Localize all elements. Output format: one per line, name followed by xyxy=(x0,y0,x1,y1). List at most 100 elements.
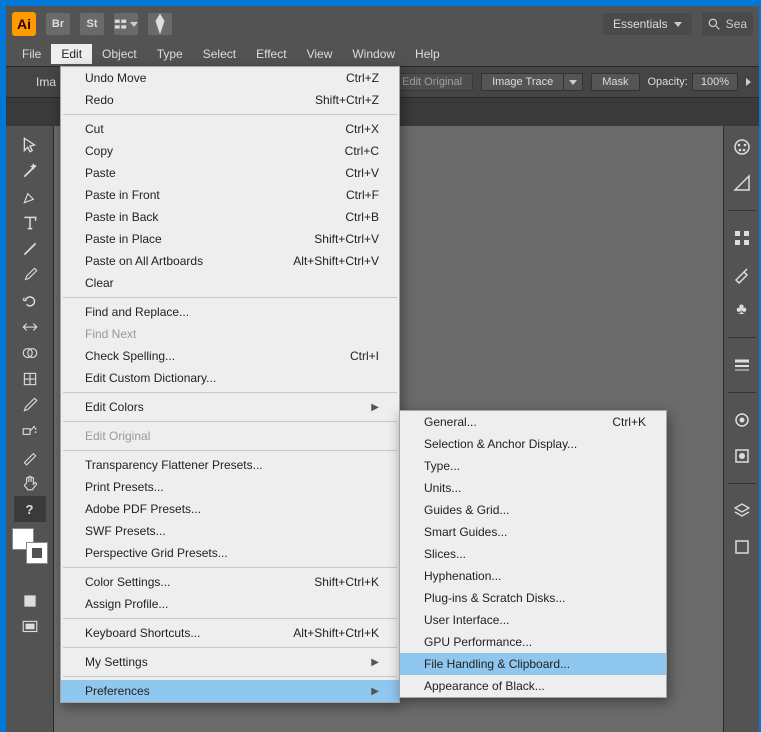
panel-stroke-icon[interactable] xyxy=(731,354,753,376)
menu-item-label: Perspective Grid Presets... xyxy=(85,546,228,560)
tool-mesh[interactable] xyxy=(14,366,46,392)
edit-menu-item[interactable]: Find and Replace... xyxy=(61,301,399,323)
mask-button[interactable]: Mask xyxy=(591,73,639,91)
search-box[interactable]: Sea xyxy=(702,12,753,36)
edit-menu-item[interactable]: CutCtrl+X xyxy=(61,118,399,140)
panel-layers-icon[interactable] xyxy=(731,500,753,522)
edit-menu-item[interactable]: CopyCtrl+C xyxy=(61,140,399,162)
menu-item-shortcut: Ctrl+F xyxy=(346,188,379,202)
edit-menu-item[interactable]: Undo MoveCtrl+Z xyxy=(61,67,399,89)
pref-menu-item[interactable]: Units... xyxy=(400,477,666,499)
panel-artboards-icon[interactable] xyxy=(731,536,753,558)
tool-rotate[interactable] xyxy=(14,288,46,314)
tool-hand[interactable] xyxy=(14,470,46,496)
pref-menu-item[interactable]: User Interface... xyxy=(400,609,666,631)
edit-menu-item[interactable]: Print Presets... xyxy=(61,476,399,498)
menu-item-shortcut: Shift+Ctrl+K xyxy=(314,575,379,589)
stock-button[interactable]: St xyxy=(80,13,104,35)
edit-original-button[interactable]: Edit Original xyxy=(391,73,473,91)
tool-type[interactable] xyxy=(14,210,46,236)
edit-menu-item[interactable]: Clear xyxy=(61,272,399,294)
panel-brushes-icon[interactable] xyxy=(731,263,753,285)
pref-menu-item[interactable]: Smart Guides... xyxy=(400,521,666,543)
tool-line[interactable] xyxy=(14,236,46,262)
menu-item-label: Paste xyxy=(85,166,116,180)
tool-draw-normal[interactable] xyxy=(14,588,46,614)
edit-menu-item[interactable]: Transparency Flattener Presets... xyxy=(61,454,399,476)
edit-menu-item[interactable]: Edit Custom Dictionary... xyxy=(61,367,399,389)
panel-swatches-icon[interactable] xyxy=(731,227,753,249)
tool-help[interactable]: ? xyxy=(14,496,46,522)
edit-menu-item[interactable]: Keyboard Shortcuts...Alt+Shift+Ctrl+K xyxy=(61,622,399,644)
edit-menu-item[interactable]: RedoShift+Ctrl+Z xyxy=(61,89,399,111)
arrange-documents-button[interactable] xyxy=(114,13,138,35)
menu-window[interactable]: Window xyxy=(342,44,405,64)
panel-symbols-icon[interactable]: ♣ xyxy=(731,299,753,321)
opacity-value[interactable]: 100% xyxy=(692,73,738,91)
edit-menu-item[interactable]: Perspective Grid Presets... xyxy=(61,542,399,564)
edit-menu-item[interactable]: Paste on All ArtboardsAlt+Shift+Ctrl+V xyxy=(61,250,399,272)
search-icon xyxy=(708,18,721,31)
edit-menu-item[interactable]: Color Settings...Shift+Ctrl+K xyxy=(61,571,399,593)
edit-menu-item[interactable]: Paste in FrontCtrl+F xyxy=(61,184,399,206)
opacity-control[interactable]: Opacity: 100% xyxy=(648,73,739,91)
tool-symbol-sprayer[interactable] xyxy=(14,418,46,444)
pref-menu-item[interactable]: Type... xyxy=(400,455,666,477)
panel-color-guide-icon[interactable] xyxy=(731,172,753,194)
menu-item-shortcut: Shift+Ctrl+V xyxy=(314,232,379,246)
edit-menu-item[interactable]: Paste in BackCtrl+B xyxy=(61,206,399,228)
menu-item-label: Keyboard Shortcuts... xyxy=(85,626,200,640)
tool-slice[interactable] xyxy=(14,444,46,470)
menu-view[interactable]: View xyxy=(297,44,343,64)
panel-appearance-icon[interactable] xyxy=(731,409,753,431)
menu-select[interactable]: Select xyxy=(193,44,246,64)
edit-menu-item[interactable]: Preferences▶ xyxy=(61,680,399,702)
menu-item-label: My Settings xyxy=(85,655,148,669)
edit-menu-item[interactable]: My Settings▶ xyxy=(61,651,399,673)
bridge-button[interactable]: Br xyxy=(46,13,70,35)
tool-shape-builder[interactable] xyxy=(14,340,46,366)
edit-menu-item[interactable]: PasteCtrl+V xyxy=(61,162,399,184)
panel-graphic-styles-icon[interactable] xyxy=(731,445,753,467)
menu-edit[interactable]: Edit xyxy=(51,44,92,64)
edit-menu-item[interactable]: Assign Profile... xyxy=(61,593,399,615)
pref-menu-item[interactable]: Hyphenation... xyxy=(400,565,666,587)
panel-color-icon[interactable] xyxy=(731,136,753,158)
gpu-button[interactable] xyxy=(148,13,172,35)
edit-menu-separator xyxy=(63,618,397,619)
tool-eyedropper[interactable] xyxy=(14,392,46,418)
menu-help[interactable]: Help xyxy=(405,44,450,64)
pref-menu-item[interactable]: General...Ctrl+K xyxy=(400,411,666,433)
image-trace-button[interactable]: Image Trace xyxy=(481,73,583,91)
tool-magic-wand[interactable] xyxy=(14,158,46,184)
menu-effect[interactable]: Effect xyxy=(246,44,296,64)
edit-menu-item[interactable]: Edit Colors▶ xyxy=(61,396,399,418)
tool-pen[interactable] xyxy=(14,184,46,210)
menu-item-label: General... xyxy=(424,415,477,429)
more-options-icon[interactable] xyxy=(746,78,751,86)
menu-file[interactable]: File xyxy=(12,44,51,64)
pref-menu-item[interactable]: Plug-ins & Scratch Disks... xyxy=(400,587,666,609)
edit-menu-item[interactable]: Check Spelling...Ctrl+I xyxy=(61,345,399,367)
pref-menu-item[interactable]: Guides & Grid... xyxy=(400,499,666,521)
edit-menu-item[interactable]: SWF Presets... xyxy=(61,520,399,542)
stroke-swatch[interactable] xyxy=(26,542,48,564)
pref-menu-item[interactable]: Appearance of Black... xyxy=(400,675,666,697)
pref-menu-item[interactable]: Selection & Anchor Display... xyxy=(400,433,666,455)
pref-menu-item[interactable]: File Handling & Clipboard... xyxy=(400,653,666,675)
color-swatches[interactable] xyxy=(10,526,50,566)
tool-screen-mode[interactable] xyxy=(14,614,46,640)
menu-type[interactable]: Type xyxy=(147,44,193,64)
tool-selection[interactable] xyxy=(14,132,46,158)
tool-paintbrush[interactable] xyxy=(14,262,46,288)
edit-menu-item[interactable]: Adobe PDF Presets... xyxy=(61,498,399,520)
edit-menu-item[interactable]: Paste in PlaceShift+Ctrl+V xyxy=(61,228,399,250)
submenu-arrow-icon: ▶ xyxy=(371,402,379,413)
control-left-placeholder: Ima xyxy=(36,75,56,89)
menu-object[interactable]: Object xyxy=(92,44,147,64)
tool-width[interactable] xyxy=(14,314,46,340)
pref-menu-item[interactable]: Slices... xyxy=(400,543,666,565)
workspace-switcher[interactable]: Essentials xyxy=(603,13,692,35)
pref-menu-item[interactable]: GPU Performance... xyxy=(400,631,666,653)
titlebar: Ai Br St Essentials Sea xyxy=(6,6,759,42)
